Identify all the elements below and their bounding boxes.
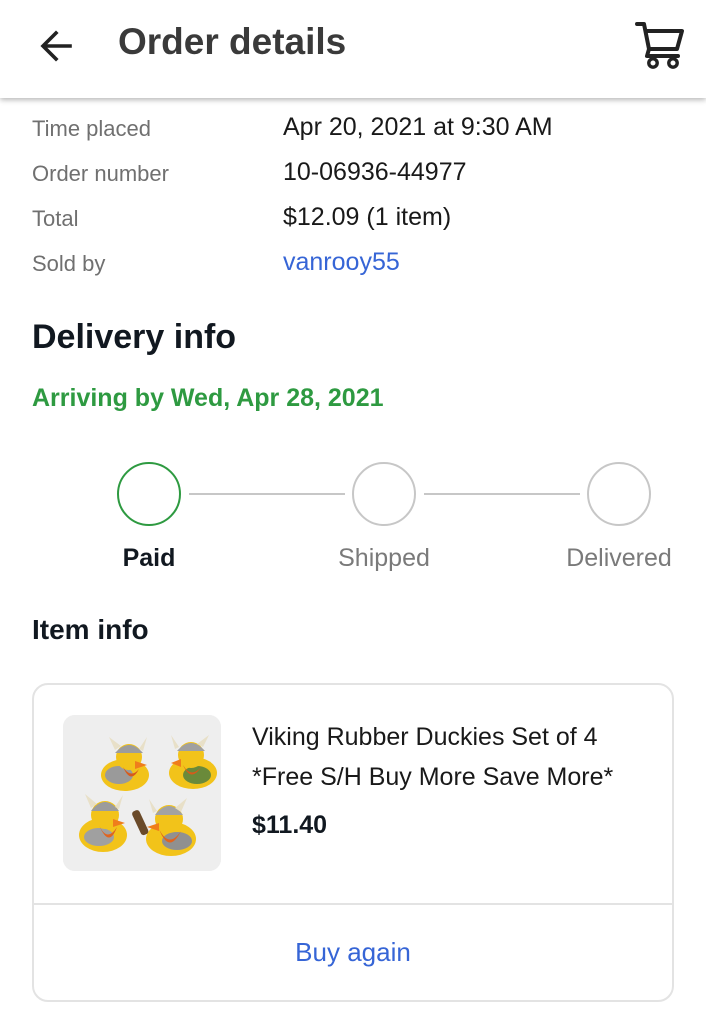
summary-row-total: Total $12.09 (1 item) [0, 200, 706, 236]
item-price: $11.40 [252, 811, 328, 839]
sold-by-label: Sold by [32, 251, 106, 276]
item-info-heading: Item info [32, 614, 149, 645]
arrival-estimate: Arriving by Wed, Apr 28, 2021 [32, 384, 384, 412]
order-number-value: 10-06936-44977 [283, 158, 467, 186]
item-card: Viking Rubber Duckies Set of 4 *Free S/H… [32, 683, 674, 1002]
step-delivered-circle [587, 462, 651, 526]
total-value: $12.09 (1 item) [283, 203, 452, 231]
step-paid-label: Paid [122, 544, 176, 572]
order-number-label: Order number [32, 161, 169, 186]
arrow-left-icon [40, 30, 72, 62]
summary-row-time-placed: Time placed Apr 20, 2021 at 9:30 AM [0, 110, 706, 146]
buy-again-button[interactable]: Buy again [34, 905, 672, 1000]
item-title[interactable]: Viking Rubber Duckies Set of 4 *Free S/H… [252, 717, 662, 797]
step-shipped-circle [352, 462, 416, 526]
step-connector [189, 493, 345, 495]
summary-row-order-number: Order number 10-06936-44977 [0, 155, 706, 191]
product-photo-illustration [63, 715, 221, 871]
shopping-cart-icon [635, 22, 684, 69]
delivery-progress-tracker: Paid Shipped Delivered [0, 460, 706, 580]
step-shipped-label: Shipped [338, 544, 430, 572]
app-bar: Order details [0, 0, 706, 98]
total-label: Total [32, 206, 79, 231]
seller-link[interactable]: vanrooy55 [283, 248, 400, 277]
summary-row-sold-by: Sold by vanrooy55 [0, 245, 706, 281]
delivery-info-heading: Delivery info [32, 318, 237, 356]
back-button[interactable] [34, 24, 78, 68]
step-connector [424, 493, 580, 495]
rubber-duck-product-image[interactable] [63, 715, 221, 871]
step-delivered-label: Delivered [566, 544, 672, 572]
page-title: Order details [118, 21, 347, 62]
time-placed-label: Time placed [32, 116, 152, 141]
step-paid-circle [117, 462, 181, 526]
cart-button[interactable] [634, 18, 686, 70]
time-placed-value: Apr 20, 2021 at 9:30 AM [283, 113, 553, 141]
